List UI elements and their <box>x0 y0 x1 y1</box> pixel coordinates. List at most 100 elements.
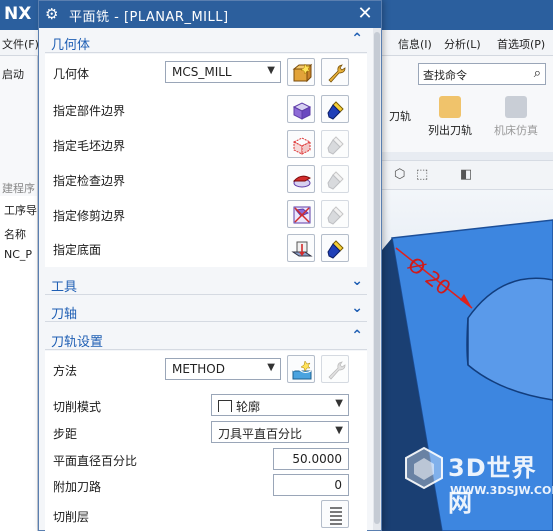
search-icon[interactable]: ⌕ <box>534 66 541 81</box>
app-title: NX <box>4 4 32 24</box>
start-label[interactable]: 启动 <box>2 66 24 82</box>
show-part-boundary-button[interactable] <box>321 95 349 123</box>
select-part-boundary-button[interactable] <box>287 95 315 123</box>
cut-levels-row: 切削层 <box>45 500 367 530</box>
section-tool-axis-title: 刀轴 <box>51 307 78 322</box>
flashlight-icon <box>327 240 344 259</box>
nav-col-name: 名称 <box>4 228 26 241</box>
operation-navigator: 工序导 名称 NC_P <box>0 196 38 531</box>
tool-path-label: 刀轨 <box>389 110 411 123</box>
section-tool-header[interactable]: 工具 ⌄ <box>45 273 367 295</box>
chevron-up-icon[interactable]: ⌃ <box>351 328 363 344</box>
chevron-down-icon: ▼ <box>267 65 275 76</box>
select-check-boundary-button[interactable] <box>287 165 315 193</box>
wrench-icon <box>328 64 346 83</box>
method-select[interactable]: METHOD ▼ <box>165 358 281 380</box>
stepover-label: 步距 <box>53 427 78 441</box>
gear-icon: ⚙ <box>45 5 59 23</box>
section-path-settings-header[interactable]: 刀轨设置 ⌃ <box>45 328 367 350</box>
section-tool-title: 工具 <box>51 280 78 295</box>
additional-passes-input[interactable]: 0 <box>273 474 349 496</box>
floor-plane-icon <box>291 241 313 257</box>
machine-sim-button[interactable]: 机床仿真 <box>486 96 546 138</box>
flashlight-icon <box>327 136 344 155</box>
create-program-label[interactable]: 建程序 <box>2 180 35 196</box>
section-geometry-header[interactable]: 几何体 ⌃ <box>45 31 367 53</box>
nav-header: 工序导 <box>4 204 37 217</box>
cut-levels-button[interactable] <box>321 500 349 528</box>
select-box-icon[interactable]: ⬚ <box>416 167 428 182</box>
method-select-value: METHOD <box>172 362 225 376</box>
flashlight-icon <box>327 171 344 190</box>
cut-pattern-value: 轮廓 <box>236 400 261 414</box>
edit-geometry-button[interactable] <box>321 58 349 86</box>
chevron-down-icon[interactable]: ⌄ <box>351 273 363 289</box>
cut-levels-icon <box>330 507 342 525</box>
new-geometry-icon <box>292 63 313 83</box>
menu-analysis[interactable]: 分析(L) <box>444 36 481 52</box>
section-geometry-title: 几何体 <box>51 38 91 53</box>
view-cube-icon[interactable]: ◧ <box>460 167 472 182</box>
machine-sim-icon <box>505 96 527 118</box>
nav-row-program[interactable]: NC_P <box>4 248 32 261</box>
watermark-cube-logo <box>405 446 443 490</box>
snap-icon[interactable]: ⬡ <box>394 167 405 182</box>
dialog-title-bar[interactable]: ⚙ 平面铣 - [PLANAR_MILL] ✕ <box>39 1 381 28</box>
cut-pattern-row: 切削模式 轮廓 ▼ <box>45 390 367 420</box>
chevron-down-icon: ▼ <box>267 362 275 373</box>
select-floor-button[interactable] <box>287 234 315 262</box>
scrollbar-thumb[interactable] <box>374 32 380 524</box>
geometry-row: 几何体 MCS_MILL ▼ <box>45 57 367 87</box>
tool-path-button[interactable]: 刀轨 <box>382 108 418 124</box>
machine-sim-label: 机床仿真 <box>494 124 538 137</box>
chevron-up-icon[interactable]: ⌃ <box>351 31 363 47</box>
chevron-down-icon: ▼ <box>335 425 343 436</box>
check-boundary-icon <box>292 175 312 188</box>
chevron-down-icon: ▼ <box>335 398 343 409</box>
select-trim-boundary-button[interactable] <box>287 200 315 228</box>
show-check-boundary-button[interactable] <box>321 165 349 193</box>
show-floor-button[interactable] <box>321 234 349 262</box>
part-boundary-row: 指定部件边界 <box>45 94 367 124</box>
method-row: 方法 METHOD ▼ <box>45 354 367 384</box>
menu-file[interactable]: 文件(F) <box>2 36 39 52</box>
geometry-select-value: MCS_MILL <box>172 65 232 79</box>
new-method-button[interactable] <box>287 355 315 383</box>
search-placeholder: 查找命令 <box>423 69 467 82</box>
list-tool-path-button[interactable]: 列出刀轨 <box>422 96 478 138</box>
blank-boundary-label: 指定毛坯边界 <box>53 139 126 153</box>
chevron-down-icon[interactable]: ⌄ <box>351 300 363 316</box>
additional-passes-row: 附加刀路 0 <box>45 470 367 500</box>
close-button[interactable]: ✕ <box>355 3 375 25</box>
method-label: 方法 <box>53 364 78 378</box>
menu-preferences[interactable]: 首选项(P) <box>497 36 545 52</box>
trim-boundary-label: 指定修剪边界 <box>53 209 126 223</box>
stepover-row: 步距 刀具平直百分比 ▼ <box>45 417 367 447</box>
show-blank-boundary-button[interactable] <box>321 130 349 158</box>
stepover-select[interactable]: 刀具平直百分比 ▼ <box>211 421 349 443</box>
new-geometry-button[interactable] <box>287 58 315 86</box>
edit-method-button[interactable] <box>321 355 349 383</box>
additional-passes-value: 0 <box>334 478 342 492</box>
blank-boundary-icon <box>292 137 312 155</box>
stepover-value: 刀具平直百分比 <box>218 427 303 441</box>
section-tool-axis-header[interactable]: 刀轴 ⌄ <box>45 300 367 322</box>
profile-pattern-icon <box>218 400 232 412</box>
watermark-text: 3D世界网 <box>448 454 537 517</box>
part-boundary-label: 指定部件边界 <box>53 104 126 118</box>
wrench-icon <box>328 361 346 380</box>
command-search-input[interactable]: 查找命令 ⌕ <box>418 63 546 85</box>
show-trim-boundary-button[interactable] <box>321 200 349 228</box>
planar-diameter-input[interactable]: 50.0000 <box>273 448 349 470</box>
dialog-scrollbar[interactable] <box>373 28 381 530</box>
planar-diameter-label: 平面直径百分比 <box>53 454 138 468</box>
floor-row: 指定底面 <box>45 233 367 263</box>
geometry-label: 几何体 <box>53 67 90 81</box>
cut-pattern-select[interactable]: 轮廓 ▼ <box>211 394 349 416</box>
cut-pattern-label: 切削模式 <box>53 400 102 414</box>
additional-passes-label: 附加刀路 <box>53 480 102 494</box>
check-boundary-label: 指定检查边界 <box>53 174 126 188</box>
select-blank-boundary-button[interactable] <box>287 130 315 158</box>
menu-info[interactable]: 信息(I) <box>398 36 432 52</box>
geometry-select[interactable]: MCS_MILL ▼ <box>165 61 281 83</box>
